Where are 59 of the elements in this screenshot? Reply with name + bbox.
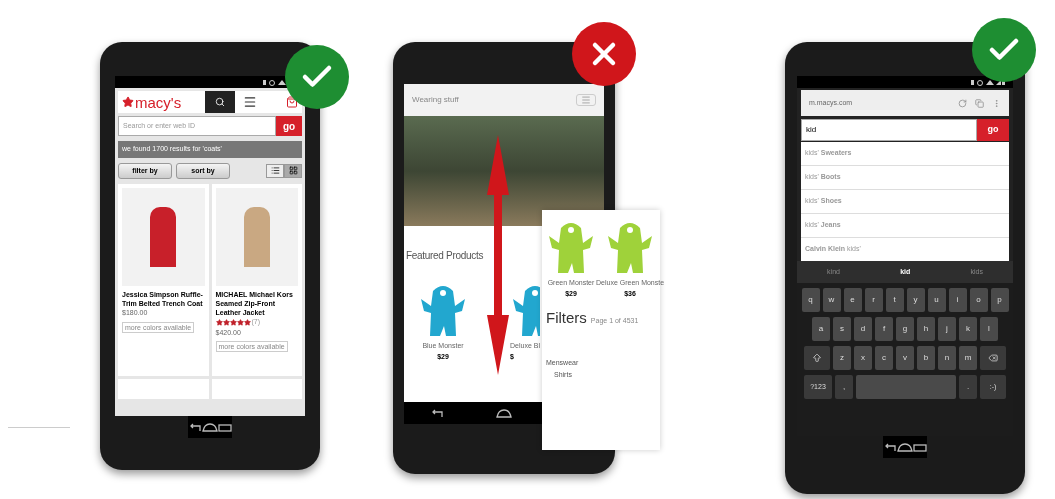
keyboard-key[interactable]: s	[833, 317, 851, 341]
recents-icon[interactable]	[218, 422, 232, 432]
menu-icon[interactable]	[243, 95, 257, 109]
keyboard-key[interactable]: z	[833, 346, 851, 370]
list-icon	[270, 166, 280, 176]
keyboard-key[interactable]: u	[927, 288, 946, 312]
star-icon	[122, 96, 134, 108]
search-field[interactable]: kid	[801, 119, 977, 141]
view-toggle[interactable]	[266, 163, 284, 178]
keyboard-key[interactable]: d	[854, 317, 872, 341]
back-icon[interactable]	[430, 408, 444, 418]
keyboard-key[interactable]: .	[959, 375, 977, 399]
recents-icon[interactable]	[913, 442, 927, 452]
keyboard-key[interactable]: a	[812, 317, 830, 341]
keyboard-key[interactable]: k	[959, 317, 977, 341]
keyboard-key[interactable]: q	[801, 288, 820, 312]
back-icon[interactable]	[883, 442, 897, 452]
go-button[interactable]: go	[977, 119, 1009, 141]
home-icon[interactable]	[202, 422, 218, 432]
search-button[interactable]	[205, 91, 235, 113]
keyboard-key[interactable]: e	[843, 288, 862, 312]
backspace-icon	[988, 353, 998, 363]
keyboard-key[interactable]: w	[822, 288, 841, 312]
grid-icon	[288, 166, 298, 176]
keyboard-key[interactable]: o	[969, 288, 988, 312]
keyboard-key[interactable]: j	[938, 317, 956, 341]
keyboard-key[interactable]: c	[875, 346, 893, 370]
keyboard-key[interactable]: h	[917, 317, 935, 341]
keyboard-key[interactable]: m	[959, 346, 977, 370]
search-icon	[215, 97, 225, 107]
shift-icon	[812, 353, 822, 363]
app-title: Wearing stuff	[412, 94, 459, 106]
keyboard-key[interactable]: t	[885, 288, 904, 312]
keyboard-key[interactable]: y	[906, 288, 925, 312]
keyboard-key[interactable]: r	[864, 288, 883, 312]
keyboard-key[interactable]: f	[875, 317, 893, 341]
shift-key[interactable]	[804, 346, 830, 370]
bag-icon[interactable]	[286, 96, 298, 108]
home-icon[interactable]	[496, 408, 512, 418]
keyboard-key[interactable]: b	[917, 346, 935, 370]
status-icons	[971, 78, 1005, 86]
backspace-key[interactable]	[980, 346, 1006, 370]
keyboard-key[interactable]: x	[854, 346, 872, 370]
home-icon[interactable]	[897, 442, 913, 452]
logo: macy's	[135, 94, 183, 110]
keyboard-key[interactable]: i	[948, 288, 967, 312]
menu-icon	[581, 95, 591, 105]
view-toggle[interactable]	[284, 163, 302, 178]
keyboard-key[interactable]: n	[938, 346, 956, 370]
double-arrow-icon	[487, 135, 509, 375]
filters-heading: Filters	[546, 308, 587, 328]
go-button[interactable]: go	[276, 116, 302, 136]
keyboard-key[interactable]: p	[990, 288, 1009, 312]
section-heading: Featured Products	[406, 249, 484, 263]
keyboard-key[interactable]: l	[980, 317, 998, 341]
keyboard-key[interactable]: ,	[835, 375, 853, 399]
keyboard-key[interactable]: g	[896, 317, 914, 341]
keyboard-key[interactable]: v	[896, 346, 914, 370]
back-icon[interactable]	[188, 422, 202, 432]
